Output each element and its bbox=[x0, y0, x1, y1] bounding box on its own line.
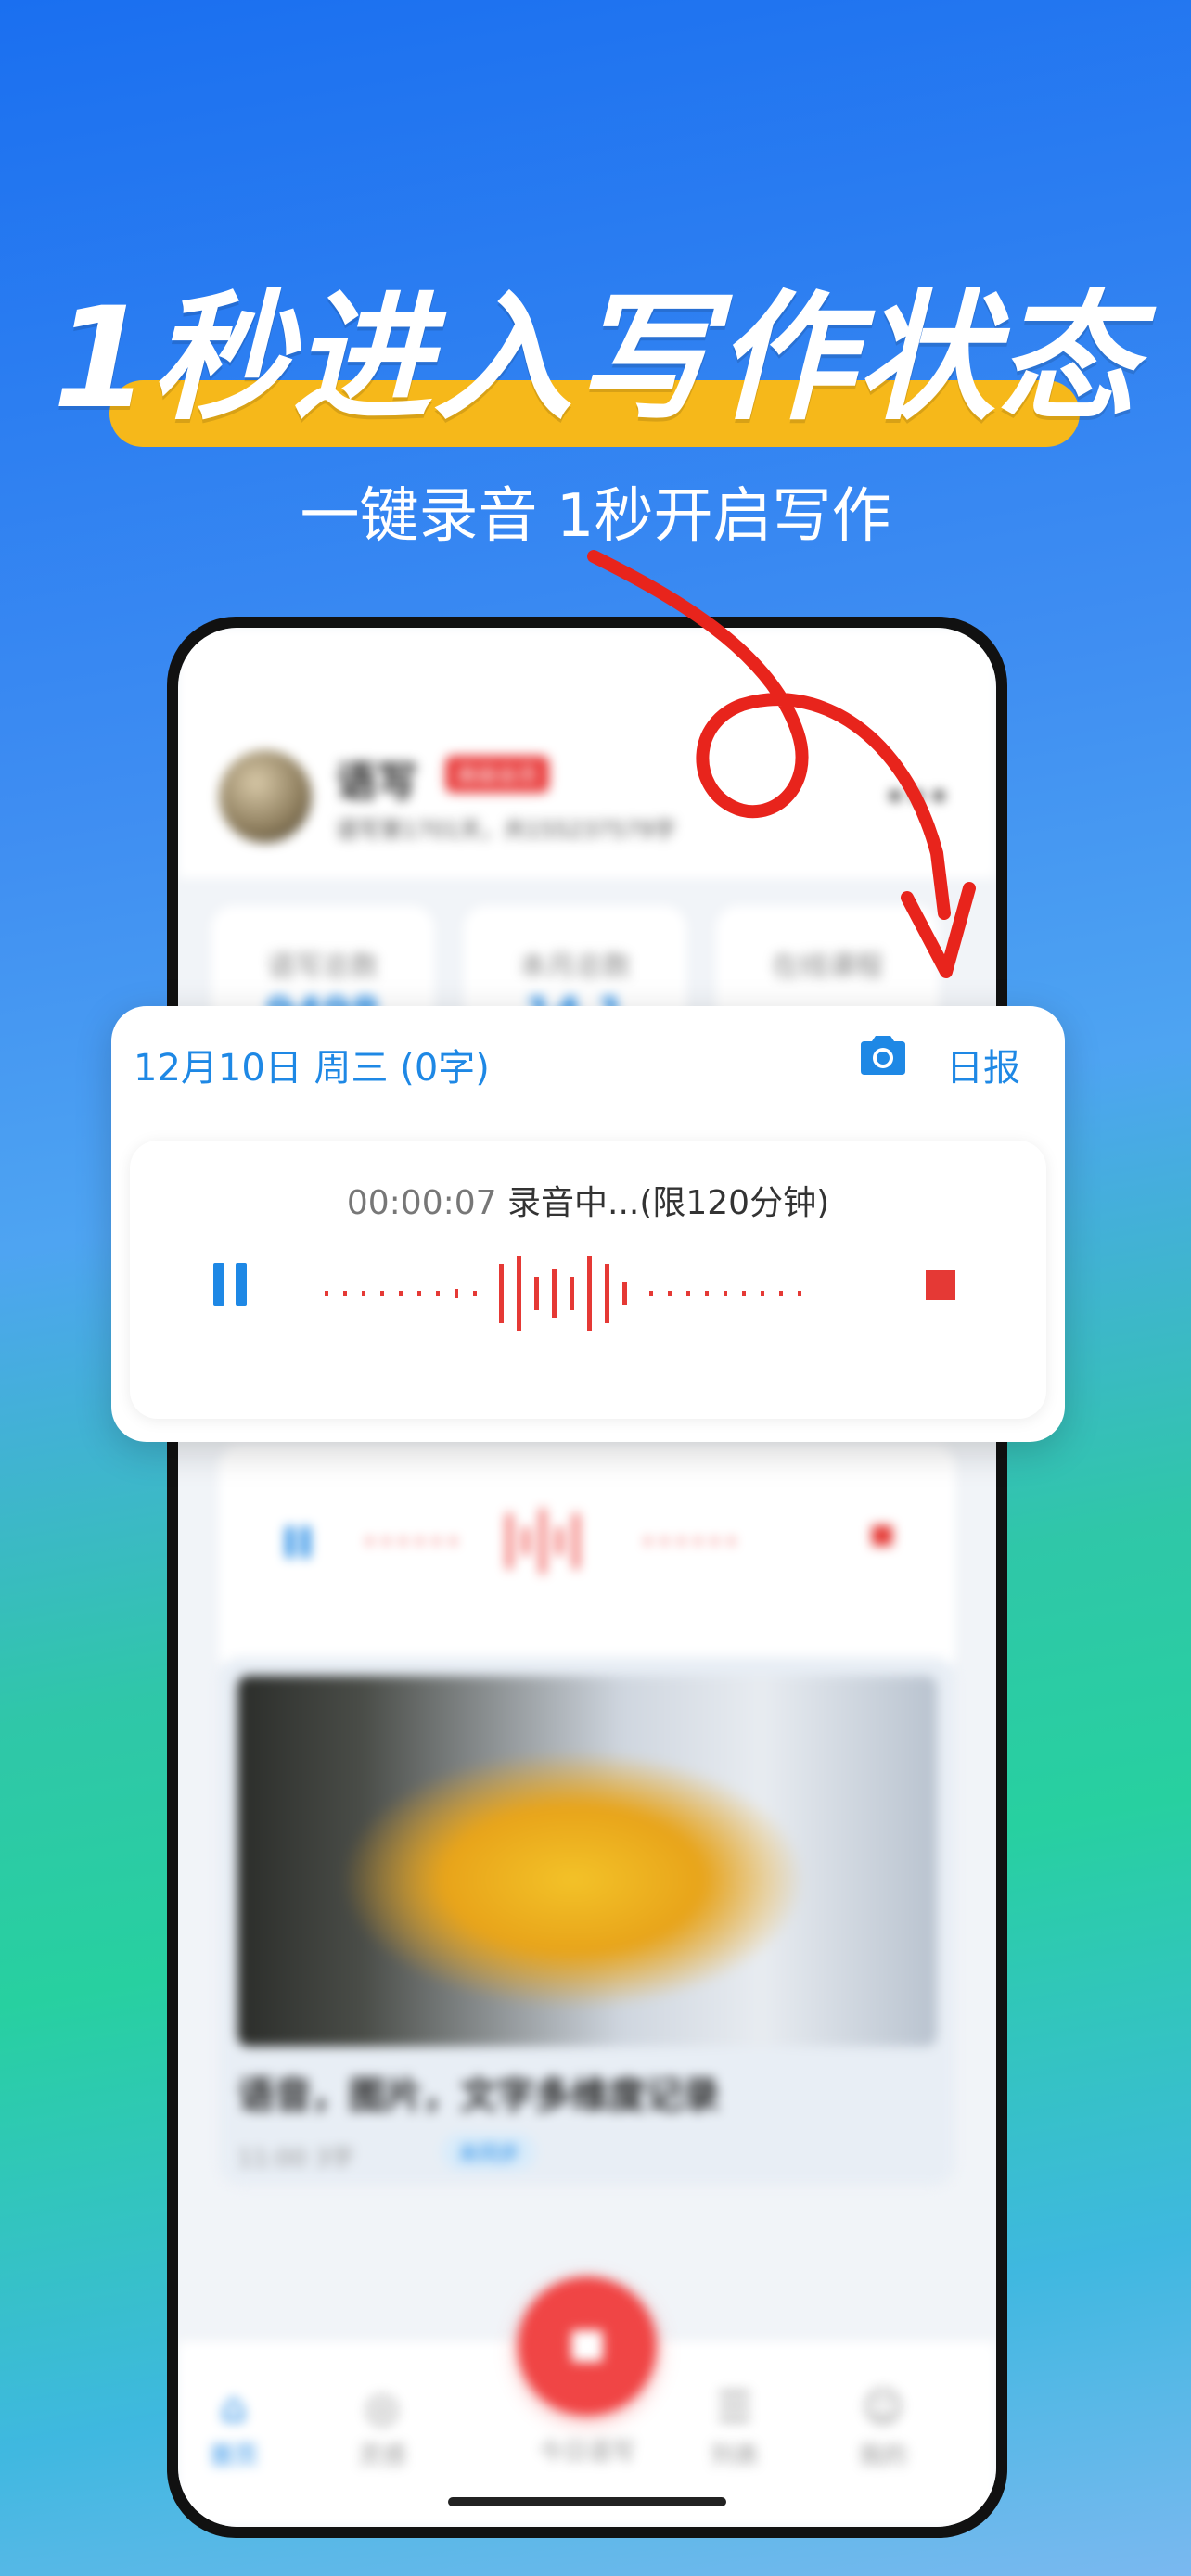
entry-card[interactable]: 语音，图片，文字多维度记录 11:00 3字 未同步 bbox=[219, 1657, 955, 2186]
tab-label: 列表 bbox=[710, 2442, 759, 2470]
avatar[interactable] bbox=[219, 750, 312, 843]
profile-header: 语写 高级会员 语写第1701天，共155237579字 ••• bbox=[178, 628, 996, 878]
entry-time: 11:00 3字 bbox=[237, 2139, 354, 2174]
stat-label: 本月总数 bbox=[519, 950, 631, 983]
tab-label: 灵感 bbox=[357, 2442, 406, 2470]
recording-status: 00:00:07 录音中...(限120分钟) bbox=[130, 1176, 1046, 1224]
stat-label: 在线课程 bbox=[772, 950, 883, 983]
phone-screen: 语写 高级会员 语写第1701天，共155237579字 ••• 语写总数 94… bbox=[178, 628, 996, 2527]
record-icon bbox=[571, 2330, 603, 2362]
ginkgo-photo bbox=[237, 1676, 937, 2047]
daily-report-link[interactable]: 日报 bbox=[946, 1038, 1020, 1091]
phone-frame: 语写 高级会员 语写第1701天，共155237579字 ••• 语写总数 94… bbox=[167, 617, 1007, 2538]
recorder-card: 00:00:07 录音中...(限120分钟) bbox=[130, 1141, 1046, 1419]
user-icon: ☺ bbox=[862, 2384, 904, 2431]
recording-panel: 12月10日 周三 (0字) 日报 00:00:07 录音中...(限120分钟… bbox=[111, 1006, 1065, 1442]
tab-list[interactable]: ☰ 列表 bbox=[679, 2384, 790, 2471]
waveform-icon bbox=[325, 1256, 801, 1331]
bulb-icon: ◎ bbox=[364, 2384, 401, 2431]
record-button[interactable] bbox=[518, 2276, 657, 2416]
recording-status-text: 录音中...(限120分钟) bbox=[507, 1184, 830, 1222]
app-name: 语写 bbox=[336, 759, 417, 806]
list-icon: ☰ bbox=[716, 2384, 753, 2431]
sync-tag[interactable]: 未同步 bbox=[442, 2134, 537, 2171]
home-indicator bbox=[448, 2497, 726, 2506]
tab-label: 首页 bbox=[209, 2442, 258, 2470]
waveform-icon bbox=[367, 1509, 734, 1574]
more-icon[interactable]: ••• bbox=[884, 776, 950, 819]
record-label: 今日语写 bbox=[538, 2439, 635, 2467]
stop-button[interactable] bbox=[926, 1270, 955, 1300]
vip-badge: 高级会员 bbox=[445, 756, 550, 793]
promo-headline: 1秒进入写作状态 bbox=[52, 278, 1139, 440]
user-description: 语写第1701天，共155237579字 bbox=[336, 817, 676, 843]
pause-icon[interactable]: II bbox=[282, 1518, 314, 1568]
tab-inspiration[interactable]: ◎ 灵感 bbox=[327, 2384, 438, 2471]
recording-date: 12月10日 周三 (0字) bbox=[134, 1047, 490, 1090]
tab-home[interactable]: ⌂ 首页 bbox=[178, 2384, 289, 2471]
stop-icon[interactable] bbox=[872, 1525, 892, 1546]
background-recording-card: II bbox=[219, 1444, 955, 1676]
recording-timer: 00:00:07 bbox=[346, 1184, 497, 1222]
home-icon: ⌂ bbox=[221, 2384, 247, 2431]
camera-icon[interactable] bbox=[857, 1034, 909, 1077]
tab-label: 我的 bbox=[858, 2442, 907, 2470]
tab-mine[interactable]: ☺ 我的 bbox=[827, 2384, 939, 2471]
blurred-background-app: 语写 高级会员 语写第1701天，共155237579字 ••• 语写总数 94… bbox=[178, 628, 996, 2527]
stat-label: 语写总数 bbox=[267, 950, 378, 983]
entry-words: 3字 bbox=[314, 2145, 354, 2173]
entry-caption: 语音，图片，文字多维度记录 bbox=[237, 2074, 720, 2117]
entry-time-text: 11:00 bbox=[237, 2145, 307, 2173]
pause-button[interactable] bbox=[213, 1263, 250, 1306]
promo-subheadline: 一键录音 1秒开启写作 bbox=[300, 482, 891, 551]
